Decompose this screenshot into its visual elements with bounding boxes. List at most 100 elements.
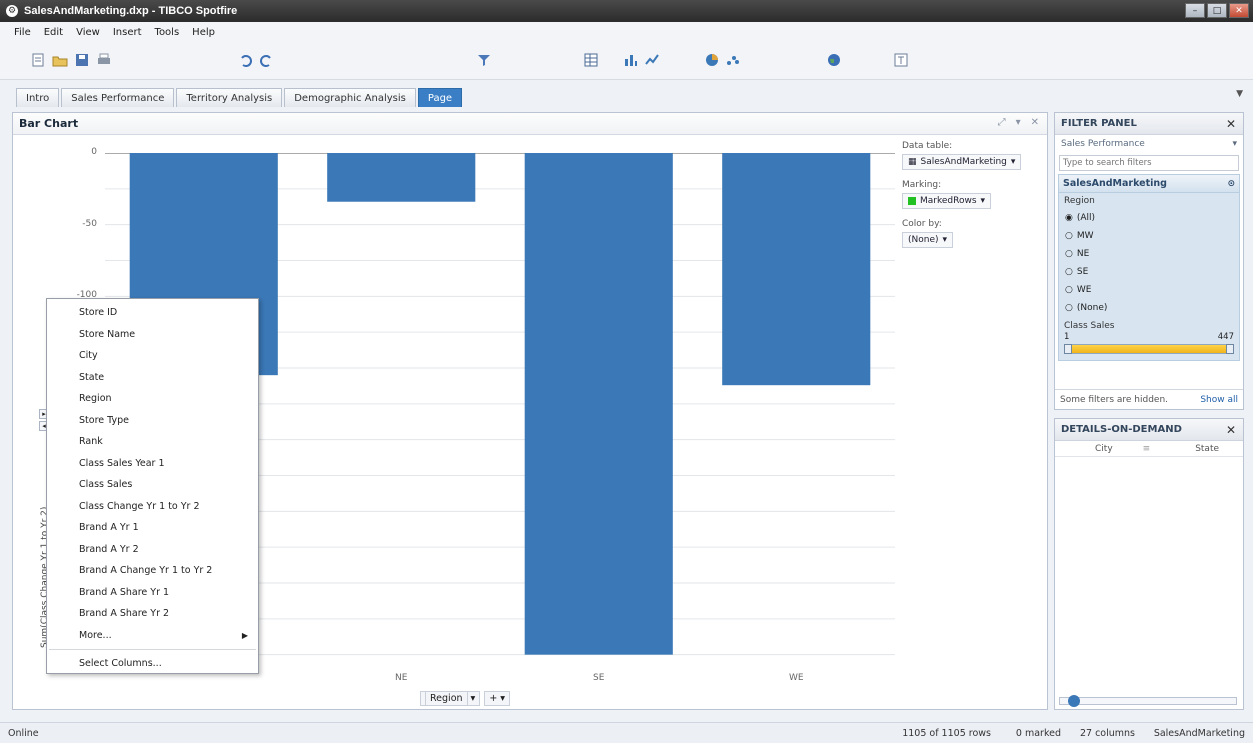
- tabs-menu-icon[interactable]: ▼: [1236, 89, 1243, 99]
- details-horizontal-scrollbar[interactable]: [1059, 695, 1237, 707]
- class-sales-range-slider[interactable]: [1064, 344, 1234, 354]
- menu-item-brand-a-change[interactable]: Brand A Change Yr 1 to Yr 2: [47, 560, 258, 582]
- color-by-label: Color by:: [902, 219, 942, 229]
- filter-table-header[interactable]: SalesAndMarketing ⊙: [1059, 175, 1239, 193]
- status-marked: 0 marked: [1015, 727, 1061, 739]
- region-radio-se[interactable]: ○ SE: [1065, 263, 1239, 281]
- close-visualization-icon[interactable]: ✕: [1031, 117, 1039, 128]
- save-icon[interactable]: [74, 52, 90, 68]
- x-tick-label: WE: [788, 673, 804, 683]
- menu-item-more[interactable]: More... ▶: [47, 625, 258, 647]
- table-icon: ▦: [908, 157, 917, 167]
- filter-panel-header: FILTER PANEL ✕: [1055, 113, 1243, 135]
- filter-search-input[interactable]: [1059, 155, 1239, 171]
- x-axis-column-dropdown[interactable]: Region ▾: [420, 691, 481, 706]
- menu-item-store-name[interactable]: Store Name: [47, 324, 258, 346]
- x-tick-label: SE: [593, 673, 605, 683]
- minimize-button[interactable]: –: [1185, 3, 1205, 18]
- bar-chart-icon[interactable]: [623, 52, 639, 68]
- menu-file[interactable]: File: [14, 27, 31, 38]
- color-by-dropdown[interactable]: (None) ▾: [902, 232, 954, 248]
- radio-checked-icon: ◉: [1065, 213, 1073, 223]
- menu-tools[interactable]: Tools: [155, 27, 180, 38]
- redo-icon[interactable]: [258, 52, 274, 68]
- marking-color-swatch-icon: [908, 197, 916, 205]
- tab-intro[interactable]: Intro: [16, 88, 60, 107]
- visualization-menu-icon[interactable]: ▾: [1016, 117, 1021, 128]
- title-bar: ⚙ SalesAndMarketing.dxp - TIBCO Spotfire…: [0, 0, 1253, 22]
- map-icon[interactable]: [826, 52, 842, 68]
- bar-ne[interactable]: [327, 153, 476, 202]
- line-chart-icon[interactable]: [644, 52, 660, 68]
- spotfire-logo-icon: ⚙: [6, 5, 18, 17]
- data-table-label: Data table:: [902, 141, 953, 151]
- menu-item-brand-a-yr-1[interactable]: Brand A Yr 1: [47, 517, 258, 539]
- pie-chart-icon[interactable]: [704, 52, 720, 68]
- close-details-panel-icon[interactable]: ✕: [1226, 423, 1236, 437]
- show-all-link[interactable]: Show all: [1200, 395, 1238, 405]
- details-column-state[interactable]: State: [1195, 444, 1219, 454]
- x-axis-add-icon[interactable]: + ▾: [484, 691, 511, 706]
- new-icon[interactable]: [30, 52, 46, 68]
- status-table: SalesAndMarketing: [1153, 727, 1245, 739]
- bar-we[interactable]: [722, 153, 871, 386]
- text-area-icon[interactable]: [893, 52, 909, 68]
- close-filter-panel-icon[interactable]: ✕: [1226, 117, 1236, 131]
- menu-item-class-sales-year-1[interactable]: Class Sales Year 1: [47, 453, 258, 475]
- menu-item-store-id[interactable]: Store ID: [47, 302, 258, 324]
- undo-icon[interactable]: [238, 52, 254, 68]
- bar-se[interactable]: [524, 153, 673, 655]
- tab-sales-performance[interactable]: Sales Performance: [61, 88, 175, 107]
- tab-page[interactable]: Page: [417, 88, 463, 107]
- hidden-filters-note: Some filters are hidden.: [1060, 394, 1169, 405]
- maximize-button[interactable]: □: [1207, 3, 1227, 18]
- tab-demographic-analysis[interactable]: Demographic Analysis: [284, 88, 416, 107]
- menu-separator: [49, 649, 256, 650]
- filter-icon[interactable]: [476, 52, 492, 68]
- menu-item-store-type[interactable]: Store Type: [47, 410, 258, 432]
- menu-insert[interactable]: Insert: [113, 27, 142, 38]
- table-icon[interactable]: [583, 52, 599, 68]
- menu-item-select-columns[interactable]: Select Columns...: [47, 653, 258, 675]
- menu-item-city[interactable]: City: [47, 345, 258, 367]
- region-radio-we[interactable]: ○ WE: [1065, 281, 1239, 299]
- region-radio-none[interactable]: ○ (None): [1065, 299, 1239, 317]
- region-radio-ne[interactable]: ○ NE: [1065, 245, 1239, 263]
- slider-min-handle[interactable]: [1064, 344, 1072, 354]
- menu-item-brand-a-yr-2[interactable]: Brand A Yr 2: [47, 539, 258, 561]
- filter-group-selector[interactable]: Sales Performance ▾: [1055, 135, 1243, 153]
- slider-max-handle[interactable]: [1226, 344, 1234, 354]
- y-tick-label: -50: [82, 218, 97, 229]
- menu-item-rank[interactable]: Rank: [47, 431, 258, 453]
- region-filter-label: Region: [1064, 196, 1095, 206]
- details-on-demand-panel: DETAILS-ON-DEMAND ✕ City ≡ State: [1054, 418, 1244, 710]
- menu-help[interactable]: Help: [192, 27, 215, 38]
- scatter-icon[interactable]: [725, 52, 741, 68]
- menu-edit[interactable]: Edit: [44, 27, 63, 38]
- menu-view[interactable]: View: [76, 27, 100, 38]
- menu-item-class-change[interactable]: Class Change Yr 1 to Yr 2: [47, 496, 258, 518]
- menu-bar: File Edit View Insert Tools Help: [0, 22, 1253, 42]
- data-table-dropdown[interactable]: ▦ SalesAndMarketing ▾: [902, 154, 1022, 170]
- tab-territory-analysis[interactable]: Territory Analysis: [176, 88, 283, 107]
- region-radio-mw[interactable]: ○ MW: [1065, 227, 1239, 245]
- menu-item-class-sales[interactable]: Class Sales: [47, 474, 258, 496]
- print-icon[interactable]: [96, 52, 112, 68]
- menu-item-brand-a-share-yr-1[interactable]: Brand A Share Yr 1: [47, 582, 258, 604]
- close-button[interactable]: ✕: [1229, 3, 1249, 18]
- x-axis-selector: Region ▾ + ▾: [420, 691, 511, 706]
- marking-dropdown[interactable]: MarkedRows ▾: [902, 193, 992, 209]
- open-icon[interactable]: [52, 52, 68, 68]
- scroll-thumb[interactable]: [1068, 695, 1080, 707]
- details-column-city[interactable]: City: [1095, 444, 1113, 454]
- menu-item-brand-a-share-yr-2[interactable]: Brand A Share Yr 2: [47, 603, 258, 625]
- region-radio-all[interactable]: ◉ (All): [1065, 209, 1239, 227]
- collapse-icon[interactable]: ⊙: [1227, 179, 1235, 189]
- maximize-visualization-icon[interactable]: ⤢: [998, 117, 1006, 128]
- toolbar: [0, 42, 1253, 80]
- y-tick-label: 0: [91, 147, 97, 157]
- menu-item-state[interactable]: State: [47, 367, 258, 389]
- column-context-menu: Store ID Store Name City State Region St…: [46, 298, 259, 674]
- menu-item-region[interactable]: Region: [47, 388, 258, 410]
- class-sales-max: 447: [1217, 332, 1234, 342]
